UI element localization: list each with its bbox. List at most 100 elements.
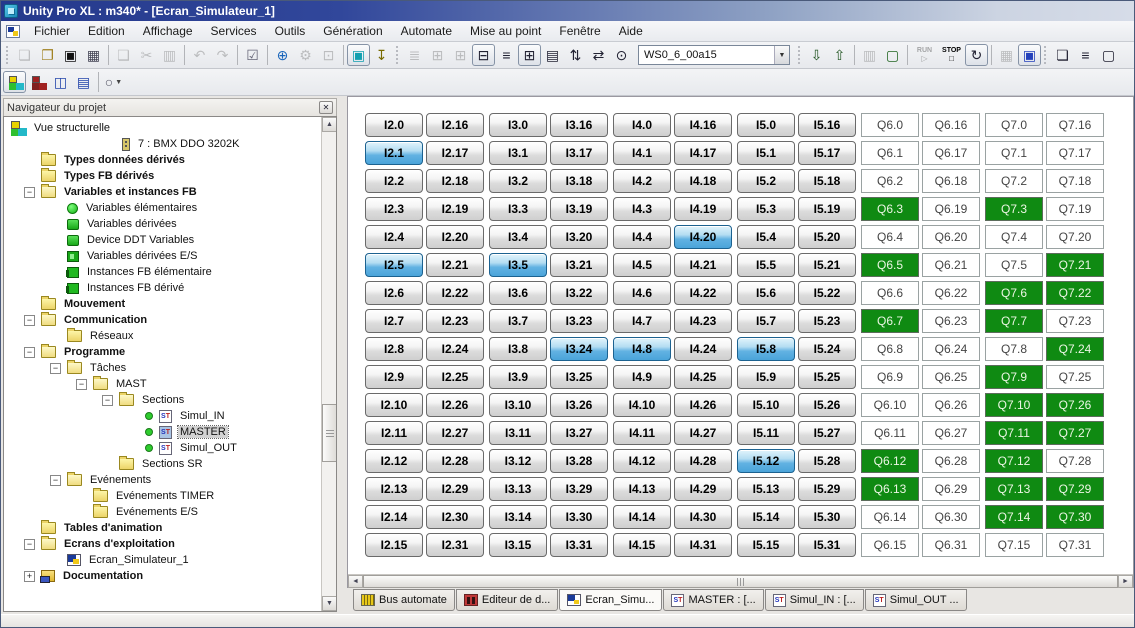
tree-item-communication[interactable]: −Communication [6, 312, 321, 328]
input-button-I4.7[interactable]: I4.7 [613, 309, 671, 333]
input-button-I5.26[interactable]: I5.26 [798, 393, 856, 417]
toolbar-drag-handle[interactable] [5, 45, 9, 65]
input-button-I3.4[interactable]: I3.4 [489, 225, 547, 249]
input-button-I3.16[interactable]: I3.16 [550, 113, 608, 137]
input-button-I4.22[interactable]: I4.22 [674, 281, 732, 305]
input-button-I5.25[interactable]: I5.25 [798, 365, 856, 389]
input-button-I5.8[interactable]: I5.8 [737, 337, 795, 361]
input-button-I5.11[interactable]: I5.11 [737, 421, 795, 445]
copy-button[interactable]: ❑ [112, 44, 135, 66]
input-button-I4.2[interactable]: I4.2 [613, 169, 671, 193]
input-button-I4.16[interactable]: I4.16 [674, 113, 732, 137]
input-button-I3.17[interactable]: I3.17 [550, 141, 608, 165]
input-button-I2.5[interactable]: I2.5 [365, 253, 423, 277]
analyze-project-button[interactable]: ☑ [241, 44, 264, 66]
input-button-I5.9[interactable]: I5.9 [737, 365, 795, 389]
input-button-I2.4[interactable]: I2.4 [365, 225, 423, 249]
input-button-I5.7[interactable]: I5.7 [737, 309, 795, 333]
input-button-I4.11[interactable]: I4.11 [613, 421, 671, 445]
input-button-I2.3[interactable]: I2.3 [365, 197, 423, 221]
menu-g-n-ration[interactable]: Génération [314, 22, 391, 40]
collapse-icon[interactable]: − [50, 363, 61, 374]
tab-bus-automate[interactable]: Bus automate [353, 589, 455, 611]
input-button-I5.1[interactable]: I5.1 [737, 141, 795, 165]
collapse-icon[interactable]: − [24, 347, 35, 358]
insert-hyperlink-button[interactable]: ⊞ [426, 44, 449, 66]
input-button-I3.14[interactable]: I3.14 [489, 505, 547, 529]
rack-viewer-button[interactable]: ▥ [858, 44, 881, 66]
tree-item-t-ches[interactable]: −Tâches [6, 360, 321, 376]
collapse-icon[interactable]: − [50, 475, 61, 486]
input-button-I5.24[interactable]: I5.24 [798, 337, 856, 361]
tree-item-ecran-simulateur-1[interactable]: Ecran_Simulateur_1 [6, 552, 321, 568]
input-button-I5.28[interactable]: I5.28 [798, 449, 856, 473]
input-button-I2.25[interactable]: I2.25 [426, 365, 484, 389]
input-button-I3.24[interactable]: I3.24 [550, 337, 608, 361]
tree-item-ev-nements-e-s[interactable]: Evénements E/S [6, 504, 321, 520]
tree-item-variables-d-riv-es-e-s[interactable]: Variables dérivées E/S [6, 248, 321, 264]
input-button-I4.27[interactable]: I4.27 [674, 421, 732, 445]
input-button-I5.23[interactable]: I5.23 [798, 309, 856, 333]
input-button-I5.15[interactable]: I5.15 [737, 533, 795, 557]
paste-button[interactable]: ▥ [158, 44, 181, 66]
input-button-I4.23[interactable]: I4.23 [674, 309, 732, 333]
input-button-I2.28[interactable]: I2.28 [426, 449, 484, 473]
input-button-I2.16[interactable]: I2.16 [426, 113, 484, 137]
menu-automate[interactable]: Automate [392, 22, 461, 40]
input-button-I3.3[interactable]: I3.3 [489, 197, 547, 221]
tab-ecran-simu[interactable]: Ecran_Simu... [559, 589, 662, 611]
input-button-I5.0[interactable]: I5.0 [737, 113, 795, 137]
input-button-I3.15[interactable]: I3.15 [489, 533, 547, 557]
input-button-I3.8[interactable]: I3.8 [489, 337, 547, 361]
input-button-I3.11[interactable]: I3.11 [489, 421, 547, 445]
station-selector-combo[interactable]: WS0_6_00a15▼ [638, 45, 790, 65]
tree-item-device-ddt-variables[interactable]: Device DDT Variables [6, 232, 321, 248]
input-button-I4.10[interactable]: I4.10 [613, 393, 671, 417]
input-button-I2.11[interactable]: I2.11 [365, 421, 423, 445]
input-button-I3.12[interactable]: I3.12 [489, 449, 547, 473]
input-button-I3.9[interactable]: I3.9 [489, 365, 547, 389]
input-button-I5.30[interactable]: I5.30 [798, 505, 856, 529]
tree-item-simul-out[interactable]: STSimul_OUT [6, 440, 321, 456]
input-button-I5.31[interactable]: I5.31 [798, 533, 856, 557]
input-button-I2.18[interactable]: I2.18 [426, 169, 484, 193]
connect-plc-button[interactable]: ▣ [1018, 44, 1041, 66]
menu-affichage[interactable]: Affichage [134, 22, 202, 40]
input-button-I3.6[interactable]: I3.6 [489, 281, 547, 305]
input-button-I4.4[interactable]: I4.4 [613, 225, 671, 249]
tree-item-documentation[interactable]: +Documentation [6, 568, 321, 584]
input-button-I3.2[interactable]: I3.2 [489, 169, 547, 193]
input-button-I5.16[interactable]: I5.16 [798, 113, 856, 137]
menu-aide[interactable]: Aide [610, 22, 652, 40]
menu-mise-au-point[interactable]: Mise au point [461, 22, 550, 40]
input-button-I5.13[interactable]: I5.13 [737, 477, 795, 501]
input-button-I5.27[interactable]: I5.27 [798, 421, 856, 445]
input-button-I5.14[interactable]: I5.14 [737, 505, 795, 529]
io-forcing-button[interactable]: ⇅ [564, 44, 587, 66]
input-button-I4.18[interactable]: I4.18 [674, 169, 732, 193]
toolbar-drag-handle[interactable] [1043, 45, 1047, 65]
input-button-I2.6[interactable]: I2.6 [365, 281, 423, 305]
input-button-I4.14[interactable]: I4.14 [613, 505, 671, 529]
io-parameters-button[interactable]: ⇄ [587, 44, 610, 66]
collapse-icon[interactable]: − [24, 315, 35, 326]
input-button-I3.1[interactable]: I3.1 [489, 141, 547, 165]
input-button-I4.17[interactable]: I4.17 [674, 141, 732, 165]
collapse-icon[interactable]: − [102, 395, 113, 406]
collapse-icon[interactable]: − [24, 539, 35, 550]
zoom-in-button[interactable]: ⊕ [271, 44, 294, 66]
input-button-I4.19[interactable]: I4.19 [674, 197, 732, 221]
input-button-I2.17[interactable]: I2.17 [426, 141, 484, 165]
input-button-I5.5[interactable]: I5.5 [737, 253, 795, 277]
input-button-I4.30[interactable]: I4.30 [674, 505, 732, 529]
input-button-I2.0[interactable]: I2.0 [365, 113, 423, 137]
input-button-I3.30[interactable]: I3.30 [550, 505, 608, 529]
scroll-right-icon[interactable]: ► [1118, 575, 1133, 588]
search-replace-button[interactable]: ⊡ [317, 44, 340, 66]
input-button-I4.26[interactable]: I4.26 [674, 393, 732, 417]
input-button-I3.22[interactable]: I3.22 [550, 281, 608, 305]
expand-icon[interactable]: + [24, 571, 35, 582]
cascade-windows-button[interactable]: ❏ [1051, 44, 1074, 66]
input-button-I2.24[interactable]: I2.24 [426, 337, 484, 361]
simulation-mode-button[interactable]: ▢ [881, 44, 904, 66]
